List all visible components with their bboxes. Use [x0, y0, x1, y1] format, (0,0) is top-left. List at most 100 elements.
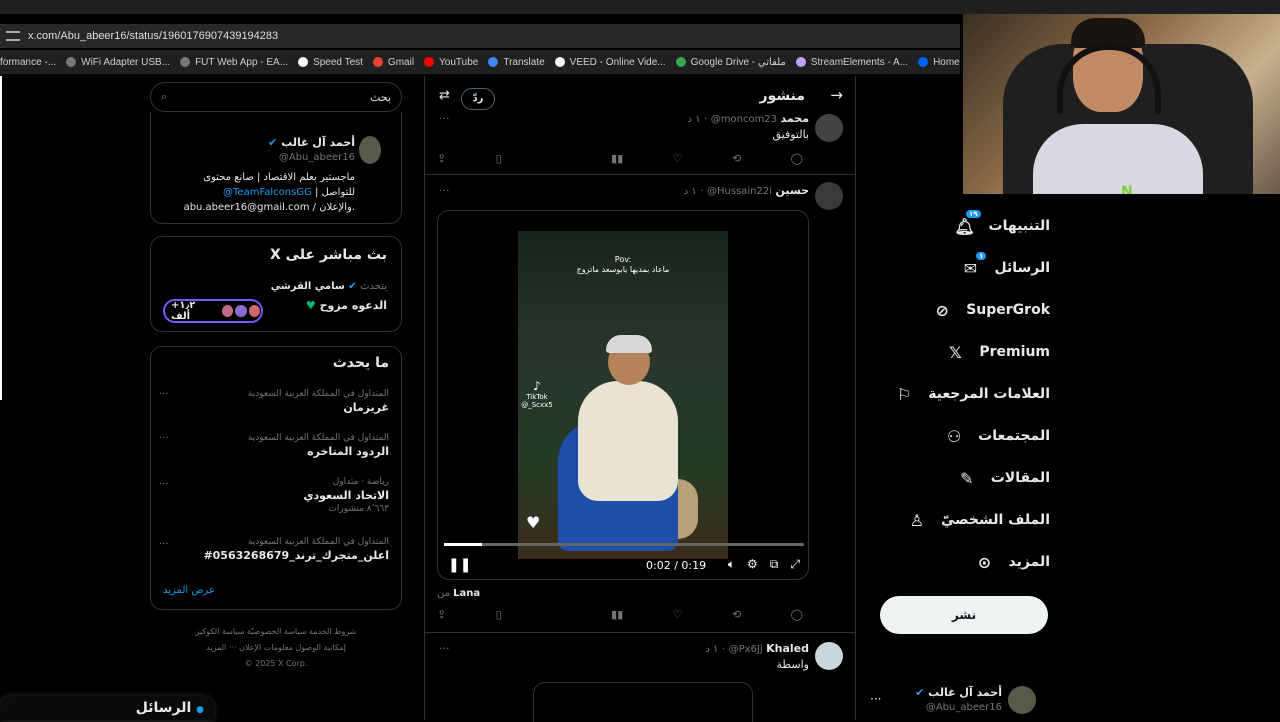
bookmark-item[interactable]: Home - Dropbox: [918, 57, 960, 68]
url-text[interactable]: x.com/Abu_abeer16/status/196017690743919…: [28, 30, 278, 42]
views-icon[interactable]: ▮▮: [611, 152, 623, 165]
trend-item[interactable]: المتداول في المملكة العربية السعودية غري…: [161, 389, 389, 414]
share-icon[interactable]: ⇪: [437, 152, 446, 165]
profile-name[interactable]: ✔ أحمد آل غالب: [268, 136, 355, 149]
tweet-author[interactable]: حسين: [775, 184, 809, 197]
reply-icon[interactable]: ◯: [791, 152, 803, 165]
media-preview[interactable]: [533, 682, 753, 722]
more-icon[interactable]: ···: [159, 479, 173, 490]
x-logo-icon: 𝕏: [948, 342, 962, 362]
r-logo-icon: [298, 57, 309, 67]
more-icon[interactable]: ···: [439, 112, 450, 125]
bookmark-item[interactable]: StreamElements - A...: [795, 57, 908, 68]
trends-card: ما يحدث المتداول في المملكة العربية السع…: [150, 346, 402, 610]
nav-communities[interactable]: ⚇ المجتمعات: [944, 426, 1050, 446]
attribution-user[interactable]: Lana: [453, 588, 480, 599]
bookmark-item[interactable]: Translate: [488, 57, 545, 68]
nav-notifications[interactable]: 🔔︎ ١٩ التنبيهات: [954, 210, 1050, 236]
more-icon[interactable]: ···: [439, 642, 450, 655]
site-settings-icon[interactable]: [6, 31, 20, 41]
filter-icon[interactable]: ⇄: [439, 88, 450, 103]
video-progress-bar[interactable]: [444, 543, 804, 546]
nav-bookmarks[interactable]: ⚐ العلامات المرجعية: [894, 384, 1050, 404]
tweet-author[interactable]: محمد: [781, 112, 809, 125]
video-player[interactable]: Pov: ماعاد بمديها يابوسعد ماتزوج ♪ TikTo…: [437, 210, 809, 580]
views-icon[interactable]: ▮▮: [611, 608, 623, 621]
bio-link[interactable]: @TeamFalconsGG: [223, 187, 312, 198]
bookmark-item[interactable]: Google Drive - ملفاتي: [675, 57, 786, 68]
window-edge: [0, 76, 2, 400]
profile-card: ✔ أحمد آل غالب @Abu_abeer16 ماجستير بعلم…: [150, 112, 402, 224]
bookmark-item[interactable]: VEED - Online Vide...: [554, 57, 666, 68]
trend-item[interactable]: المتداول في المملكة العربية السعودية #اع…: [161, 537, 389, 562]
messages-drawer[interactable]: الرسائل ●: [0, 696, 214, 720]
nav-articles[interactable]: ✎ المقالات: [957, 468, 1050, 488]
live-host: يتحدث ✔ سامي القرشي: [270, 281, 387, 292]
pip-icon[interactable]: ⧉: [770, 557, 779, 572]
bookmark-icon[interactable]: ▯: [496, 608, 502, 621]
avatar[interactable]: [815, 642, 843, 670]
volume-icon[interactable]: 🔈︎: [728, 557, 735, 572]
search-input[interactable]: ⌕ بحث: [150, 82, 402, 112]
bookmark-item[interactable]: Gmail: [372, 57, 414, 68]
tweet-header: ١ د · @moncom23 محمد: [687, 112, 809, 125]
tweet-author[interactable]: Khaled: [766, 642, 809, 655]
more-icon[interactable]: ···: [439, 184, 450, 197]
youtube-icon: [424, 57, 435, 67]
nav-profile[interactable]: ♙ الملف الشخصيّ: [907, 510, 1050, 530]
bookmark-item[interactable]: FUT Web App - EA...: [180, 57, 288, 68]
reply-icon[interactable]: ◯: [791, 608, 803, 621]
video-time: 0:02 / 0:19: [646, 559, 707, 572]
pause-icon[interactable]: ❚❚: [448, 557, 471, 573]
tweet-header: ١ د · @Px6Jj Khaled: [705, 642, 809, 655]
live-spaces-card[interactable]: X بث مباشر على يتحدث ✔ سامي القرشي ♥ الد…: [150, 236, 402, 332]
avatar[interactable]: [815, 182, 843, 210]
like-icon[interactable]: ♡: [673, 608, 683, 621]
account-switcher[interactable]: ··· ✔ أحمد آل غالب @Abu_abeer16: [870, 684, 1040, 718]
more-icon[interactable]: ···: [870, 692, 881, 706]
grok-icon: ⊘: [935, 300, 949, 320]
divider: [425, 632, 855, 633]
bookmarks-bar: formance -... WiFi Adapter USB... FUT We…: [0, 50, 960, 74]
nav-premium[interactable]: 𝕏 Premium: [945, 342, 1050, 362]
listeners-pill[interactable]: +١٫٢ ألف: [163, 299, 263, 323]
trend-item[interactable]: المتداول في المملكة العربية السعودية الر…: [161, 433, 389, 458]
nav-supergrok[interactable]: ⊘ SuperGrok: [932, 300, 1051, 320]
heart-icon: ♥: [305, 299, 316, 312]
bookmark-item[interactable]: formance -...: [0, 57, 56, 68]
show-more-link[interactable]: عرض المزيد: [163, 585, 215, 596]
bookmark-item[interactable]: Speed Test: [298, 57, 363, 68]
share-icon[interactable]: ⇪: [437, 608, 446, 621]
nav-more[interactable]: ⊙ المزيد: [975, 552, 1050, 572]
avatar[interactable]: [359, 136, 381, 164]
nav-messages[interactable]: ✉ ١ الرسائل: [960, 252, 1050, 278]
more-icon[interactable]: ···: [159, 433, 173, 444]
globe-icon: [66, 57, 77, 67]
settings-icon[interactable]: ⚙: [747, 557, 758, 572]
bookmark-icon[interactable]: ▯: [496, 152, 502, 165]
bookmark-item[interactable]: WiFi Adapter USB...: [66, 57, 170, 68]
streamelements-icon: [795, 57, 806, 67]
more-icon[interactable]: ···: [159, 539, 173, 550]
tweet-text: بالتوفيق: [772, 128, 809, 141]
video-frame[interactable]: Pov: ماعاد بمديها يابوسعد ماتزوج ♪ TikTo…: [518, 231, 728, 559]
trend-item[interactable]: رياضة · متداول الاتحاد السعودي ٨٬٦٦٣ منش…: [161, 477, 389, 514]
post-button[interactable]: نشر: [880, 596, 1048, 634]
address-bar[interactable]: x.com/Abu_abeer16/status/196017690743919…: [0, 24, 960, 48]
like-icon[interactable]: ♡: [673, 152, 683, 165]
avatar: [247, 304, 261, 318]
repost-icon[interactable]: ⟲: [732, 608, 741, 621]
footer-line[interactable]: إمكانية الوصول معلومات الإعلان ··· المزي…: [150, 640, 402, 656]
google-drive-icon: [675, 57, 686, 67]
webcam-content: [1033, 124, 1203, 194]
bookmark-item[interactable]: YouTube: [424, 57, 478, 68]
reply-button[interactable]: ردّ: [461, 88, 495, 110]
profile-handle[interactable]: @Abu_abeer16: [279, 152, 355, 163]
back-arrow-icon[interactable]: →: [830, 86, 843, 104]
fullscreen-icon[interactable]: ⤢: [790, 557, 800, 572]
avatar[interactable]: [815, 114, 843, 142]
live-description: ♥ الدعوه مزوح: [305, 299, 387, 312]
footer-line[interactable]: شروط الخدمة سياسة الخصوصيّة سياسة الكوكي…: [150, 624, 402, 640]
repost-icon[interactable]: ⟲: [732, 152, 741, 165]
more-icon[interactable]: ···: [159, 389, 173, 400]
